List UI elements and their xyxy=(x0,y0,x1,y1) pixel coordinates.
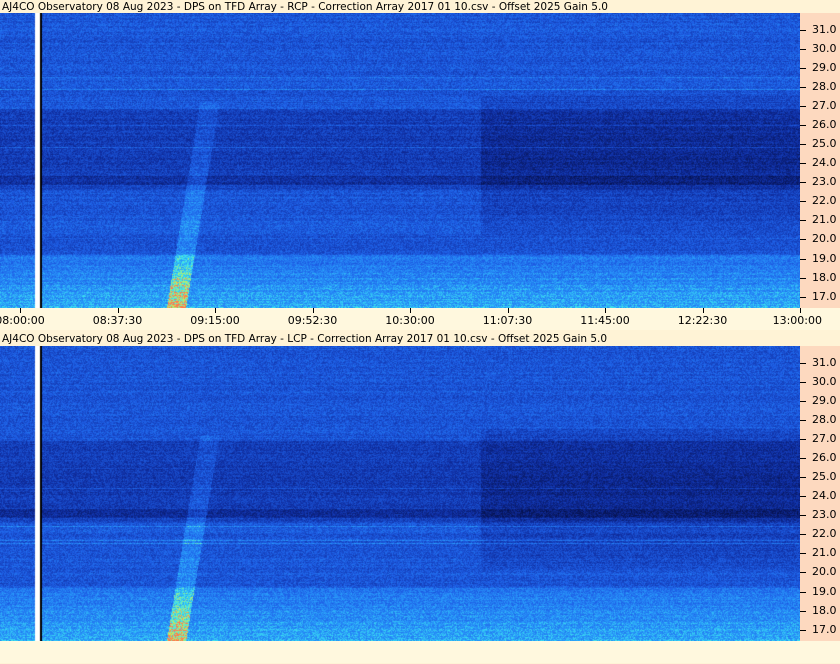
y-tick-label: 20.0 xyxy=(812,565,837,579)
y-tick-label: 26.0 xyxy=(812,451,837,465)
y-tick-label: 23.0 xyxy=(812,175,837,189)
y-tick xyxy=(800,87,806,89)
x-tick xyxy=(117,308,119,313)
y-tick-label: 30.0 xyxy=(812,42,837,56)
y-tick-label: 29.0 xyxy=(812,394,837,408)
y-tick xyxy=(800,239,806,241)
y-tick xyxy=(800,296,806,298)
spectrogram-lcp xyxy=(0,346,800,641)
y-tick xyxy=(800,439,806,441)
y-tick xyxy=(800,277,806,279)
y-tick-label: 19.0 xyxy=(812,251,837,265)
y-tick xyxy=(800,220,806,222)
y-axis-rcp: 31.0 30.0 29.0 28.0 27.0 26.0 25.0 24.0 23.0 22.0… xyxy=(800,13,840,308)
y-tick xyxy=(800,363,806,365)
y-tick xyxy=(800,401,806,403)
y-tick-label: 17.0 xyxy=(812,289,837,303)
panel-title-lcp: AJ4CO Observatory 08 Aug 2023 - DPS on T… xyxy=(2,333,608,345)
x-tick xyxy=(410,308,411,313)
x-tick xyxy=(312,308,314,313)
y-tick xyxy=(800,68,806,70)
x-tick-label: 12:22:30 xyxy=(677,314,728,327)
y-tick-label: 22.0 xyxy=(812,194,837,208)
y-tick xyxy=(800,591,806,593)
y-tick-label: 20.0 xyxy=(812,232,837,246)
y-tick-label: 26.0 xyxy=(812,118,837,132)
y-tick xyxy=(800,30,806,32)
x-tick xyxy=(20,308,21,313)
y-tick xyxy=(800,144,806,146)
y-tick xyxy=(800,458,806,460)
y-tick xyxy=(800,106,806,108)
y-tick xyxy=(800,182,806,184)
y-tick-label: 27.0 xyxy=(812,99,837,113)
y-tick-label: 31.0 xyxy=(812,23,837,37)
y-tick-label: 18.0 xyxy=(812,270,837,284)
y-tick xyxy=(800,49,806,51)
y-tick xyxy=(800,515,806,517)
y-tick-label: 28.0 xyxy=(812,413,837,427)
y-tick-label: 19.0 xyxy=(812,584,837,598)
y-tick-label: 28.0 xyxy=(812,80,837,94)
y-tick-label: 31.0 xyxy=(812,356,837,370)
x-tick-label: 11:07:30 xyxy=(482,314,533,327)
y-tick-label: 27.0 xyxy=(812,432,837,446)
y-tick-label: 18.0 xyxy=(812,603,837,617)
x-tick-label: 08:37:30 xyxy=(92,314,143,327)
x-tick xyxy=(702,308,704,313)
y-tick-label: 30.0 xyxy=(812,375,837,389)
y-tick-label: 24.0 xyxy=(812,156,837,170)
y-tick xyxy=(800,496,806,498)
y-tick-label: 25.0 xyxy=(812,137,837,151)
x-axis-time: 08:00:00 08:37:30 09:15:00 09:52:30 10:30:00… xyxy=(0,308,840,330)
x-tick-label: 09:52:30 xyxy=(287,314,338,327)
y-tick-label: 17.0 xyxy=(812,622,837,636)
y-tick xyxy=(800,477,806,479)
x-tick-label: 13:00:00 xyxy=(772,314,822,327)
y-tick xyxy=(800,125,806,127)
y-tick-label: 25.0 xyxy=(812,470,837,484)
spectrogram-rcp xyxy=(0,13,800,308)
x-tick-label: 10:30:00 xyxy=(385,314,435,327)
x-tick xyxy=(605,308,606,313)
x-tick-label: 08:00:00 xyxy=(0,314,45,327)
y-tick-label: 21.0 xyxy=(812,213,837,227)
x-tick-label: 09:15:00 xyxy=(190,314,240,327)
y-tick-label: 23.0 xyxy=(812,508,837,522)
y-tick xyxy=(800,629,806,631)
y-tick xyxy=(800,420,806,422)
bottom-strip xyxy=(0,641,840,663)
y-tick xyxy=(800,534,806,536)
y-tick xyxy=(800,610,806,612)
x-tick xyxy=(800,308,801,313)
y-tick xyxy=(800,553,806,555)
panel-title-rcp: AJ4CO Observatory 08 Aug 2023 - DPS on T… xyxy=(2,1,608,13)
y-tick xyxy=(800,382,806,384)
y-tick xyxy=(800,258,806,260)
y-tick-label: 29.0 xyxy=(812,61,837,75)
x-tick xyxy=(215,308,216,313)
y-tick xyxy=(800,163,806,165)
y-tick xyxy=(800,201,806,203)
x-tick xyxy=(507,308,509,313)
y-tick xyxy=(800,572,806,574)
y-tick-label: 24.0 xyxy=(812,489,837,503)
y-tick-label: 22.0 xyxy=(812,527,837,541)
y-axis-lcp: 31.0 30.0 29.0 28.0 27.0 26.0 25.0 24.0 23.0 22.0… xyxy=(800,346,840,641)
x-tick-label: 11:45:00 xyxy=(580,314,630,327)
y-tick-label: 21.0 xyxy=(812,546,837,560)
